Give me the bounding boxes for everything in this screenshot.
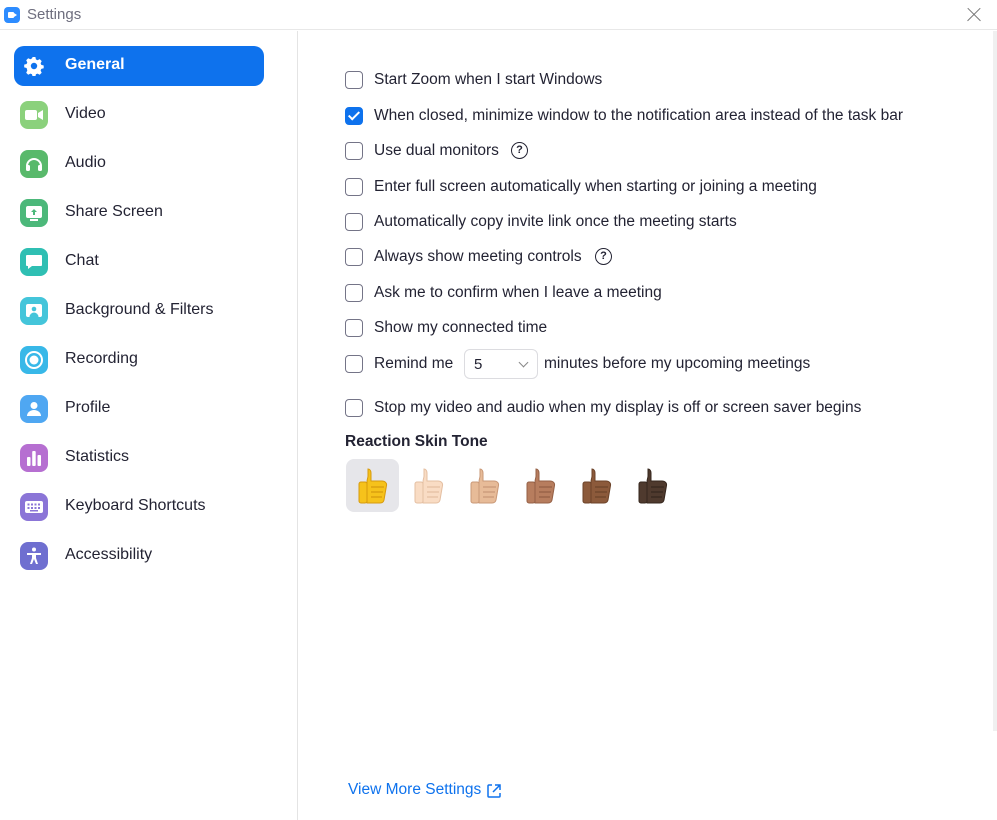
sidebar-item-general[interactable]: General bbox=[14, 46, 264, 86]
thumbs-up-icon bbox=[582, 468, 612, 504]
accessibility-icon bbox=[20, 542, 48, 570]
sidebar-item-background-filters[interactable]: Background & Filters bbox=[14, 291, 264, 331]
sidebar-item-profile[interactable]: Profile bbox=[14, 389, 264, 429]
remind-me-checkbox[interactable] bbox=[345, 355, 363, 373]
headphones-icon bbox=[20, 150, 48, 178]
scrollbar[interactable] bbox=[993, 31, 997, 731]
sidebar-item-chat[interactable]: Chat bbox=[14, 242, 264, 282]
sidebar-item-label: Recording bbox=[65, 350, 138, 367]
option-checkbox[interactable] bbox=[345, 213, 363, 231]
share-screen-icon bbox=[20, 199, 48, 227]
option-label: Start Zoom when I start Windows bbox=[374, 71, 603, 88]
keyboard-icon bbox=[20, 493, 48, 521]
thumbs-up-icon bbox=[526, 468, 556, 504]
background-icon bbox=[20, 297, 48, 325]
gear-icon bbox=[20, 52, 48, 80]
reaction-skin-tone-heading: Reaction Skin Tone bbox=[345, 433, 488, 450]
skin-tone-medium[interactable] bbox=[514, 459, 567, 512]
thumbs-up-icon bbox=[358, 468, 388, 504]
sidebar-item-label: Profile bbox=[65, 399, 111, 416]
option-label: Enter full screen automatically when sta… bbox=[374, 178, 817, 195]
help-icon[interactable]: ? bbox=[595, 248, 612, 265]
skin-tone-medium-dark[interactable] bbox=[570, 459, 623, 512]
sidebar-item-label: General bbox=[65, 56, 125, 73]
help-icon[interactable]: ? bbox=[511, 142, 528, 159]
sidebar-item-label: Statistics bbox=[65, 448, 130, 465]
option-label: Always show meeting controls bbox=[374, 248, 582, 265]
title-bar: Settings bbox=[0, 0, 997, 30]
window-title: Settings bbox=[27, 6, 82, 23]
skin-tone-default[interactable] bbox=[346, 459, 399, 512]
close-window-button[interactable] bbox=[963, 4, 985, 26]
option-label: Show my connected time bbox=[374, 319, 548, 336]
sidebar-item-share-screen[interactable]: Share Screen bbox=[14, 193, 264, 233]
thumbs-up-icon bbox=[638, 468, 668, 504]
sidebar-item-label: Audio bbox=[65, 154, 106, 171]
option-label: When closed, minimize window to the noti… bbox=[374, 107, 903, 124]
remind-minutes-select[interactable]: 5 bbox=[464, 349, 538, 379]
option-label: Use dual monitors bbox=[374, 142, 499, 159]
thumbs-up-icon bbox=[414, 468, 444, 504]
sidebar-item-audio[interactable]: Audio bbox=[14, 144, 264, 184]
skin-tone-medium-light[interactable] bbox=[458, 459, 511, 512]
option-label: Ask me to confirm when I leave a meeting bbox=[374, 284, 662, 301]
option-label: Automatically copy invite link once the … bbox=[374, 213, 737, 230]
skin-tone-light[interactable] bbox=[402, 459, 455, 512]
option-checkbox[interactable] bbox=[345, 107, 363, 125]
sidebar-item-label: Accessibility bbox=[65, 546, 153, 563]
stop-video-checkbox[interactable] bbox=[345, 399, 363, 417]
sidebar-item-statistics[interactable]: Statistics bbox=[14, 438, 264, 478]
bar-chart-icon bbox=[20, 444, 48, 472]
general-settings-panel: Start Zoom when I start Windows When clos… bbox=[299, 31, 997, 820]
sidebar-item-accessibility[interactable]: Accessibility bbox=[14, 536, 264, 576]
zoom-app-icon bbox=[4, 7, 20, 23]
option-checkbox[interactable] bbox=[345, 178, 363, 196]
view-more-settings-link[interactable]: View More Settings bbox=[348, 781, 481, 799]
option-checkbox[interactable] bbox=[345, 319, 363, 337]
remind-minutes-value: 5 bbox=[474, 356, 483, 373]
remind-me-label: Remind me bbox=[374, 355, 454, 372]
record-icon bbox=[20, 346, 48, 374]
remind-me-suffix: minutes before my upcoming meetings bbox=[544, 355, 811, 372]
thumbs-up-icon bbox=[470, 468, 500, 504]
person-icon bbox=[20, 395, 48, 423]
sidebar-item-label: Background & Filters bbox=[65, 301, 214, 318]
option-checkbox[interactable] bbox=[345, 71, 363, 89]
sidebar-item-video[interactable]: Video bbox=[14, 95, 264, 135]
option-checkbox[interactable] bbox=[345, 142, 363, 160]
sidebar-item-label: Keyboard Shortcuts bbox=[65, 497, 206, 514]
settings-sidebar: General Video Audio Share Screen Chat Backgro… bbox=[0, 31, 298, 820]
chevron-down-icon bbox=[518, 357, 529, 368]
sidebar-item-label: Video bbox=[65, 105, 106, 122]
option-checkbox[interactable] bbox=[345, 284, 363, 302]
sidebar-item-label: Chat bbox=[65, 252, 99, 269]
sidebar-item-label: Share Screen bbox=[65, 203, 163, 220]
sidebar-item-recording[interactable]: Recording bbox=[14, 340, 264, 380]
option-checkbox[interactable] bbox=[345, 248, 363, 266]
stop-video-label: Stop my video and audio when my display … bbox=[374, 399, 862, 416]
video-camera-icon bbox=[20, 101, 48, 129]
skin-tone-dark[interactable] bbox=[626, 459, 679, 512]
external-link-icon[interactable] bbox=[486, 783, 502, 799]
chat-bubble-icon bbox=[20, 248, 48, 276]
sidebar-item-keyboard-shortcuts[interactable]: Keyboard Shortcuts bbox=[14, 487, 264, 527]
